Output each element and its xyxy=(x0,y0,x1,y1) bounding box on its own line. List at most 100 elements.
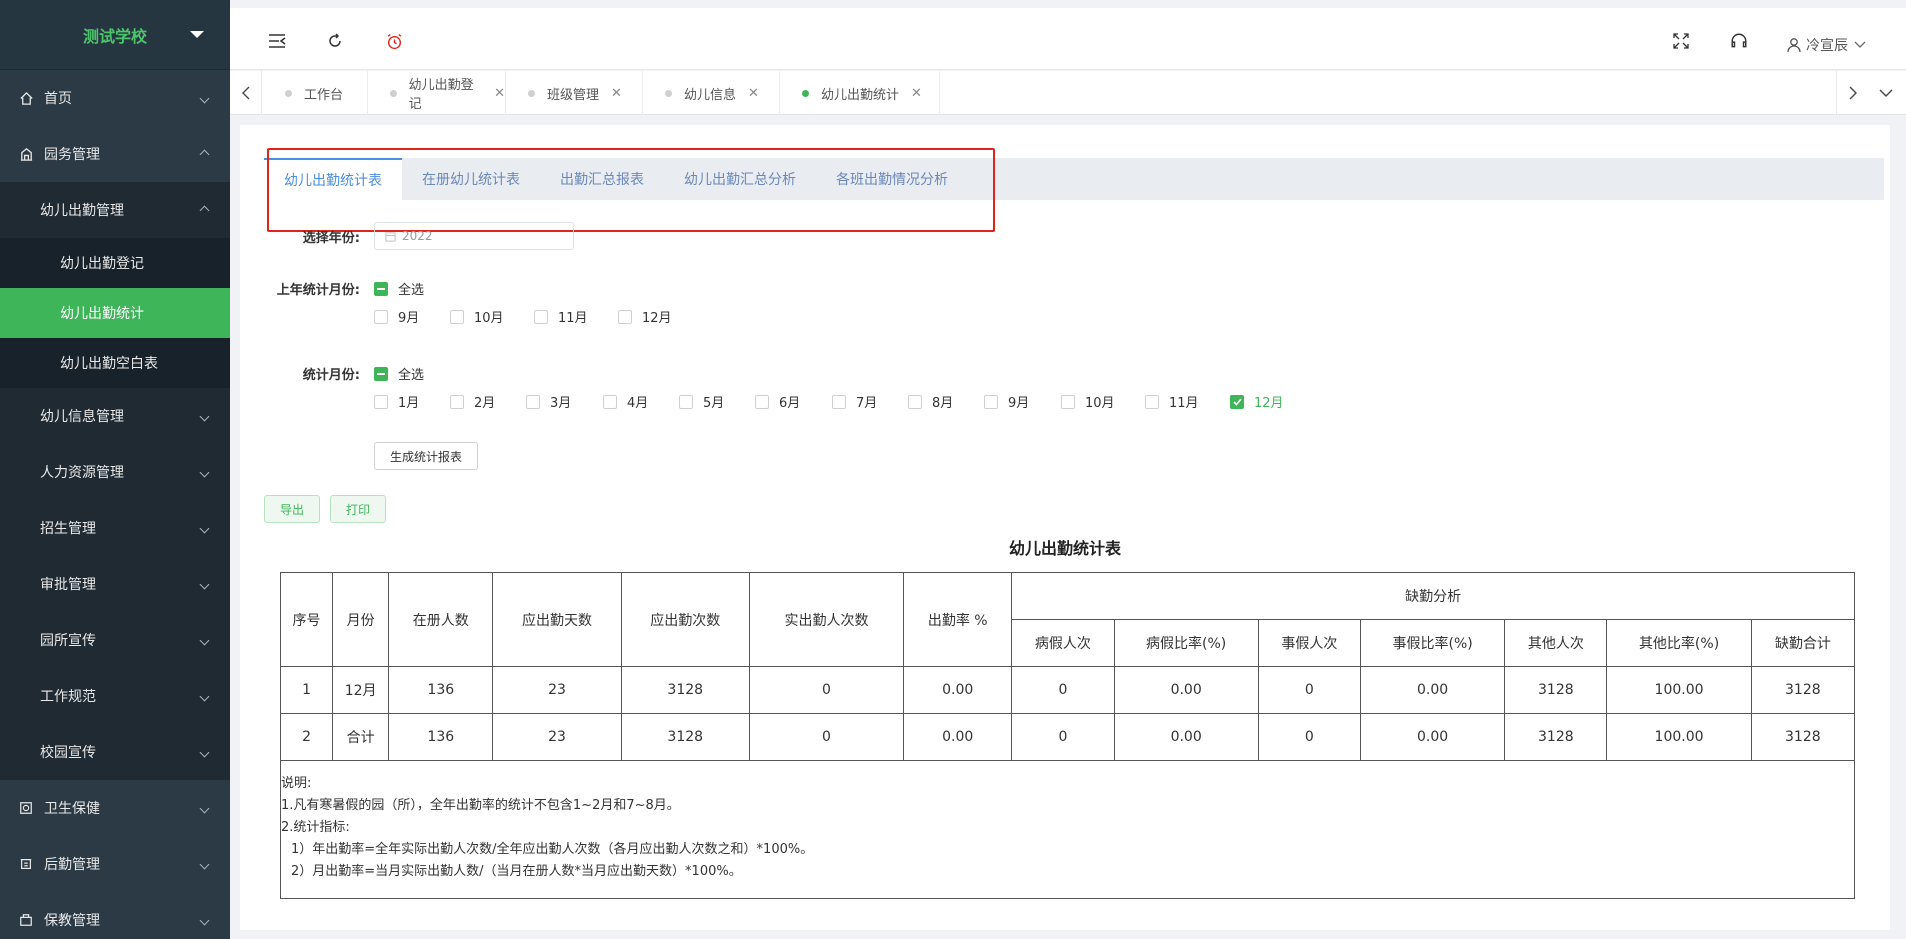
generate-report-button[interactable]: 生成统计报表 xyxy=(374,442,478,470)
check-icon xyxy=(1230,394,1244,409)
sidebar-item-enrollment[interactable]: 招生管理 xyxy=(0,500,230,556)
month-checkbox[interactable]: 4月 xyxy=(603,392,648,411)
sidebar-item-approval[interactable]: 审批管理 xyxy=(0,556,230,612)
notes-line: 说明: xyxy=(281,776,312,791)
checkbox-box xyxy=(374,394,388,409)
page-tab-label: 幼儿出勤登记 xyxy=(408,78,474,112)
prev-month-checkbox[interactable]: 9月 xyxy=(374,307,419,326)
col-header: 在册人数 xyxy=(388,572,494,667)
month-checkbox[interactable]: 7月 xyxy=(832,392,877,411)
sidebar-item-logistics[interactable]: 后勤管理 xyxy=(0,836,230,892)
month-checkbox[interactable]: 3月 xyxy=(526,392,571,411)
tabs-scroll-left-icon[interactable] xyxy=(230,71,262,115)
user-menu[interactable]: 冷宣辰 xyxy=(1786,35,1866,55)
year-picker[interactable]: 2022 xyxy=(374,222,574,250)
notes-line: 2）月出勤率=当月实际出勤人数/（当月在册人数*当月应出勤天数）*100%。 xyxy=(291,864,742,879)
sidebar-item-hr[interactable]: 人力资源管理 xyxy=(0,444,230,500)
tab-status-dot xyxy=(528,89,535,97)
checkbox-indeterminate-icon xyxy=(374,281,388,296)
prev-month-checkbox[interactable]: 12月 xyxy=(618,307,672,326)
headset-icon[interactable] xyxy=(1730,32,1748,50)
table-cell: 2 xyxy=(279,713,334,761)
page-tab-attendance-stats[interactable]: 幼儿出勤统计 ✕ xyxy=(780,71,940,115)
sidebar-item-promotion[interactable]: 园所宣传 xyxy=(0,612,230,668)
month-checkbox[interactable]: 5月 xyxy=(679,392,724,411)
month-checkbox[interactable]: 10月 xyxy=(1061,392,1115,411)
table-cell: 0 xyxy=(1257,713,1361,761)
sidebar-item-label: 工作规范 xyxy=(40,689,96,705)
prev-month-checkbox[interactable]: 10月 xyxy=(450,307,504,326)
checkbox-label: 5月 xyxy=(703,396,725,411)
chevron-down-icon xyxy=(199,467,210,477)
sidebar-item-label: 卫生保健 xyxy=(44,801,100,817)
prev-year-months-label: 上年统计月份: xyxy=(276,283,360,298)
month-checkbox[interactable]: 9月 xyxy=(984,392,1029,411)
chevron-down-icon xyxy=(199,803,210,813)
month-checkbox[interactable]: 11月 xyxy=(1145,392,1199,411)
alarm-clock-icon[interactable] xyxy=(385,32,403,50)
sidebar-item-admin[interactable]: 园务管理 xyxy=(0,126,230,182)
sidebar: 测试学校 首页 园务管理 幼儿出勤管理 幼儿出勤登记 幼儿出勤统计 幼儿出勤空白… xyxy=(0,0,230,939)
tab-attendance-summary-analysis[interactable]: 幼儿出勤汇总分析 xyxy=(664,158,816,200)
sidebar-item-work-rules[interactable]: 工作规范 xyxy=(0,668,230,724)
table-cell: 0.00 xyxy=(1113,666,1259,714)
table-cell: 0 xyxy=(748,666,905,714)
tab-attendance-summary-report[interactable]: 出勤汇总报表 xyxy=(540,158,664,200)
notes-line: 1.凡有寒暑假的园（所），全年出勤率的统计不包含1~2月和7~8月。 xyxy=(281,798,680,813)
caret-down-icon[interactable] xyxy=(190,31,204,38)
page-tab-attendance-register[interactable]: 幼儿出勤登记 ✕ xyxy=(368,71,506,115)
prev-month-checkbox[interactable]: 11月 xyxy=(534,307,588,326)
tab-status-dot xyxy=(285,89,292,97)
table-row: 2 合计 136 23 3128 0 0.00 0 0.00 0 0.00 31… xyxy=(279,713,1856,761)
page-tab-class-management[interactable]: 班级管理 ✕ xyxy=(506,71,643,115)
school-name: 测试学校 xyxy=(82,26,147,46)
close-icon[interactable]: ✕ xyxy=(911,86,922,101)
month-checkbox-checked[interactable]: 12月 xyxy=(1230,392,1284,411)
export-button[interactable]: 导出 xyxy=(264,495,320,523)
col-header: 其他人次 xyxy=(1504,619,1608,667)
chevron-down-icon xyxy=(1854,41,1866,48)
sidebar-item-health[interactable]: 卫生保健 xyxy=(0,780,230,836)
sidebar-item-education[interactable]: 保教管理 xyxy=(0,892,230,939)
sidebar-item-attendance-register[interactable]: 幼儿出勤登记 xyxy=(0,238,230,288)
month-checkbox[interactable]: 1月 xyxy=(374,392,419,411)
tab-enrolled-stats-table[interactable]: 在册幼儿统计表 xyxy=(402,158,540,200)
close-icon[interactable]: ✕ xyxy=(494,86,505,101)
table-cell: 0 xyxy=(1011,666,1115,714)
tabs-dropdown-icon[interactable] xyxy=(1870,71,1902,115)
sidebar-item-attendance-stats[interactable]: 幼儿出勤统计 xyxy=(0,288,230,338)
sidebar-item-label: 幼儿出勤空白表 xyxy=(60,356,158,372)
logistics-icon xyxy=(18,856,34,872)
sidebar-item-attendance-management[interactable]: 幼儿出勤管理 xyxy=(0,182,230,238)
sidebar-item-child-info[interactable]: 幼儿信息管理 xyxy=(0,388,230,444)
table-cell: 0 xyxy=(1011,713,1115,761)
prev-year-select-all-checkbox[interactable]: 全选 xyxy=(374,279,424,298)
tabs-scroll-right-icon[interactable] xyxy=(1836,71,1868,115)
table-notes-row: 说明: 1.凡有寒暑假的园（所），全年出勤率的统计不包含1~2月和7~8月。 2… xyxy=(280,760,1855,899)
checkbox-label: 全选 xyxy=(398,283,425,298)
month-checkbox[interactable]: 2月 xyxy=(450,392,495,411)
checkbox-box xyxy=(534,309,548,324)
sidebar-item-campus-promotion[interactable]: 校园宣传 xyxy=(0,724,230,780)
brand-header[interactable]: 测试学校 xyxy=(0,0,230,70)
sidebar-item-attendance-blank[interactable]: 幼儿出勤空白表 xyxy=(0,338,230,388)
months-select-all-checkbox[interactable]: 全选 xyxy=(374,364,424,383)
close-icon[interactable]: ✕ xyxy=(748,86,759,101)
sidebar-item-label: 幼儿信息管理 xyxy=(40,409,124,425)
sidebar-item-home[interactable]: 首页 xyxy=(0,70,230,126)
refresh-icon[interactable] xyxy=(326,32,344,50)
print-button[interactable]: 打印 xyxy=(330,495,386,523)
sidebar-item-label: 园所宣传 xyxy=(40,633,96,649)
checkbox-label: 10月 xyxy=(1085,396,1115,411)
menu-fold-icon[interactable] xyxy=(268,32,286,50)
tab-class-attendance-analysis[interactable]: 各班出勤情况分析 xyxy=(816,158,968,200)
page-tab-workbench[interactable]: 工作台 xyxy=(263,71,368,115)
close-icon[interactable]: ✕ xyxy=(611,86,622,101)
col-header: 实出勤人次数 xyxy=(748,572,905,667)
fullscreen-icon[interactable] xyxy=(1672,32,1690,50)
table-cell: 3128 xyxy=(620,713,750,761)
month-checkbox[interactable]: 6月 xyxy=(755,392,800,411)
page-tab-child-info[interactable]: 幼儿信息 ✕ xyxy=(643,71,780,115)
tab-attendance-stats-table[interactable]: 幼儿出勤统计表 xyxy=(264,158,402,200)
month-checkbox[interactable]: 8月 xyxy=(908,392,953,411)
